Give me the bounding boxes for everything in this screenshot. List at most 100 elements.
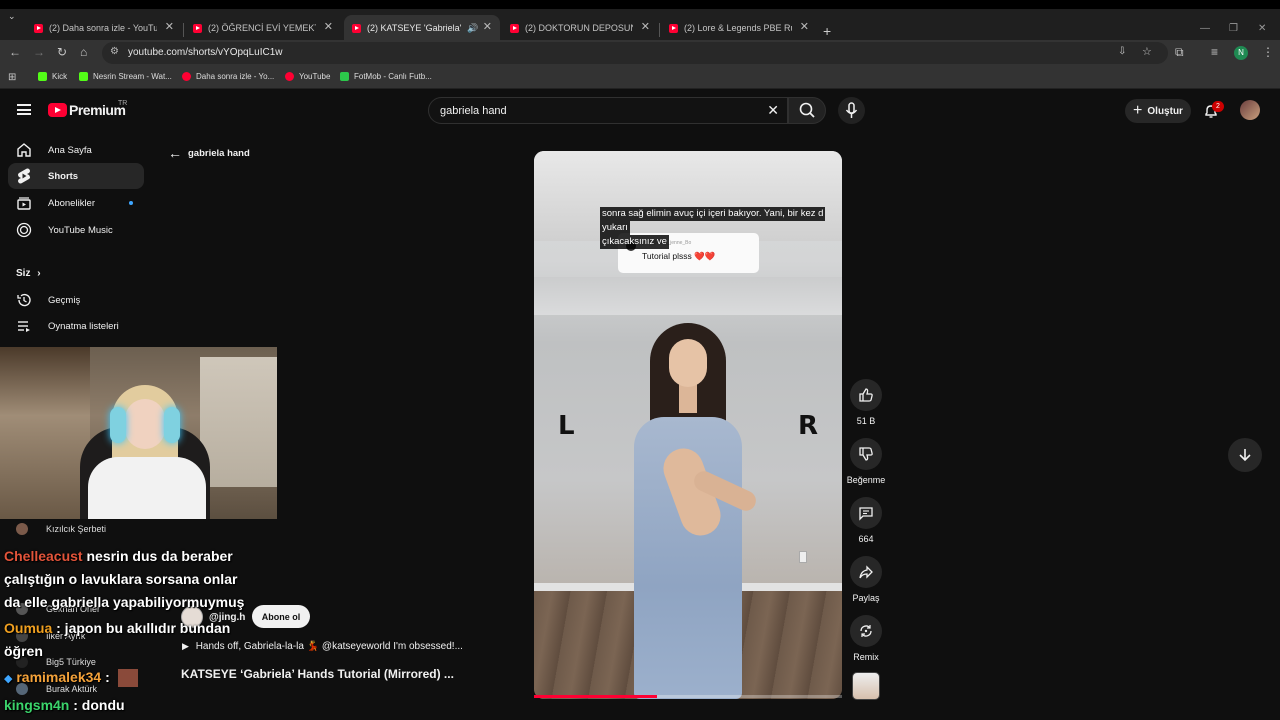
- browser-tab[interactable]: (2) DOKTORUN DEPOSUNDA ✕: [502, 15, 658, 41]
- tab-title: (2) ÖĞRENCİ EVİ YEMEKTEYİZ: [208, 23, 316, 33]
- tab-close-icon[interactable]: ✕: [641, 20, 650, 33]
- like-action[interactable]: 51 B: [846, 379, 886, 426]
- apps-grid-icon[interactable]: ⊞: [8, 72, 16, 83]
- subscription-label: Kızılcık Şerbeti: [46, 524, 107, 534]
- subscribe-button[interactable]: Abone ol: [252, 605, 310, 628]
- clear-search-icon[interactable]: ✕: [767, 102, 779, 119]
- back-icon[interactable]: ←: [9, 45, 21, 59]
- remix-action[interactable]: Remix: [846, 615, 886, 662]
- sound-thumbnail[interactable]: [852, 672, 880, 700]
- sidebar-item-youtube-music[interactable]: YouTube Music: [8, 217, 144, 243]
- browser-tab[interactable]: (2) Daha sonra izle - YouTube ✕: [26, 15, 182, 41]
- address-bar[interactable]: ⚙ youtube.com/shorts/vYOpqLuIC1w ⇩ ☆: [102, 42, 1168, 64]
- tab-close-icon[interactable]: ✕: [800, 20, 809, 33]
- caption-line: yukarı: [600, 221, 630, 235]
- chat-message-continued: öğren: [4, 643, 43, 659]
- tab-audio-icon[interactable]: 🔊: [467, 23, 478, 34]
- browser-tab[interactable]: (2) ÖĞRENCİ EVİ YEMEKTEYİZ ✕: [185, 15, 341, 41]
- video-person-neck: [679, 383, 697, 413]
- menu-icon[interactable]: [17, 104, 31, 115]
- tab-search-button[interactable]: ⌄: [8, 11, 16, 22]
- media-controls-icon[interactable]: ≡: [1211, 45, 1218, 59]
- subscription-item[interactable]: Kızılcık Şerbeti: [16, 523, 106, 535]
- chat-badge-icon: ◆: [4, 673, 13, 685]
- tab-title: (2) KATSEYE 'Gabriela' Hand: [367, 23, 463, 33]
- browser-menu-icon[interactable]: ⋮: [1262, 45, 1274, 59]
- share-action[interactable]: Paylaş: [846, 556, 886, 603]
- bookmark-label: Kick: [52, 72, 68, 81]
- bookmarks-bar: ⊞ Kick Nesrin Stream - Wat... Daha sonra…: [0, 67, 1280, 89]
- minimize-icon[interactable]: —: [1200, 23, 1210, 34]
- you-section-heading[interactable]: Siz ›: [16, 268, 41, 279]
- share-button[interactable]: [850, 556, 882, 588]
- sound-link[interactable]: ▶ Hands off, Gabriela-la-la 💃 @katseyewo…: [182, 641, 463, 652]
- bookmark-item[interactable]: YouTube: [285, 72, 330, 81]
- sidebar-item-history[interactable]: Geçmiş: [8, 287, 144, 313]
- forward-icon[interactable]: →: [33, 45, 45, 59]
- sidebar-item-shorts[interactable]: Shorts: [8, 163, 144, 189]
- sidebar-item-label: Oynatma listeleri: [48, 320, 119, 332]
- shorts-icon: [16, 168, 32, 184]
- remix-button[interactable]: [850, 615, 882, 647]
- browser-toolbar: ← → ↻ ⌂ ⚙ youtube.com/shorts/vYOpqLuIC1w…: [0, 40, 1280, 67]
- comment-count: 664: [858, 534, 874, 544]
- create-label: Oluştur: [1147, 105, 1183, 117]
- dislike-action[interactable]: Beğenme: [846, 438, 886, 485]
- new-tab-button[interactable]: +: [823, 23, 831, 39]
- sidebar-item-home[interactable]: Ana Sayfa: [8, 137, 144, 163]
- bookmark-item[interactable]: Nesrin Stream - Wat...: [79, 72, 172, 81]
- chat-text: : japon bu akıllıdır bundan: [56, 620, 231, 636]
- chat-text: :: [105, 669, 110, 685]
- sidebar-item-label: Ana Sayfa: [48, 144, 92, 156]
- sidebar-item-playlists[interactable]: Oynatma listeleri: [8, 313, 144, 339]
- webcam-shirt: [88, 457, 206, 519]
- sidebar-item-label: Abonelikler: [48, 197, 95, 209]
- chat-message: Chelleacust nesrin dus da beraber: [4, 548, 233, 564]
- video-progress-bar[interactable]: [534, 695, 842, 698]
- bookmark-item[interactable]: Daha sonra izle - Yo...: [182, 72, 274, 81]
- install-app-icon[interactable]: ⇩: [1118, 46, 1126, 57]
- bookmark-item[interactable]: Kick: [38, 72, 67, 81]
- sidebar-item-subscriptions[interactable]: Abonelikler: [8, 190, 144, 216]
- logo-text[interactable]: Premium: [69, 102, 126, 118]
- comments-button[interactable]: [850, 497, 882, 529]
- home-icon: [16, 142, 32, 158]
- browser-tab[interactable]: (2) Lore & Legends PBE Rundo ✕: [661, 15, 817, 41]
- tab-close-icon[interactable]: ✕: [165, 20, 174, 33]
- user-avatar[interactable]: [1240, 100, 1260, 120]
- window-close-icon[interactable]: ✕: [1258, 23, 1266, 34]
- site-info-icon[interactable]: ⚙: [110, 46, 119, 57]
- headphone-icon: [164, 407, 180, 443]
- share-icon: [859, 565, 873, 579]
- extensions-icon[interactable]: ⧉: [1175, 45, 1184, 60]
- comments-action[interactable]: 664: [846, 497, 886, 544]
- voice-search-button[interactable]: [838, 97, 865, 124]
- chat-username: Oumua: [4, 620, 53, 636]
- bookmark-label: YouTube: [299, 72, 331, 81]
- profile-avatar[interactable]: N: [1234, 46, 1248, 60]
- restore-icon[interactable]: ❐: [1229, 23, 1238, 34]
- home-icon[interactable]: ⌂: [80, 45, 87, 59]
- search-button[interactable]: [788, 97, 826, 124]
- chat-username: Chelleacust: [4, 548, 83, 564]
- youtube-logo-icon[interactable]: [48, 103, 67, 117]
- tab-close-icon[interactable]: ✕: [324, 20, 333, 33]
- sidebar-item-label: Shorts: [48, 170, 79, 182]
- fotmob-icon: [340, 72, 349, 81]
- short-title[interactable]: KATSEYE ‘Gabriela’ Hands Tutorial (Mirro…: [181, 667, 454, 681]
- bookmark-label: Nesrin Stream - Wat...: [93, 72, 172, 81]
- create-button[interactable]: + Oluştur: [1125, 99, 1191, 123]
- bookmark-star-icon[interactable]: ☆: [1142, 45, 1152, 58]
- like-button[interactable]: [850, 379, 882, 411]
- tab-close-icon[interactable]: ✕: [483, 20, 492, 33]
- dislike-button[interactable]: [850, 438, 882, 470]
- search-input[interactable]: gabriela hand ✕: [428, 97, 788, 124]
- comment-icon: [859, 507, 873, 521]
- next-short-button[interactable]: [1228, 438, 1262, 472]
- bookmark-label: FotMob - Canlı Futb...: [354, 72, 432, 81]
- country-code: TR: [118, 100, 128, 107]
- reload-icon[interactable]: ↻: [57, 45, 67, 59]
- back-to-results-link[interactable]: ← gabriela hand: [168, 145, 250, 161]
- bookmark-item[interactable]: FotMob - Canlı Futb...: [340, 72, 432, 81]
- microphone-icon: [845, 102, 858, 118]
